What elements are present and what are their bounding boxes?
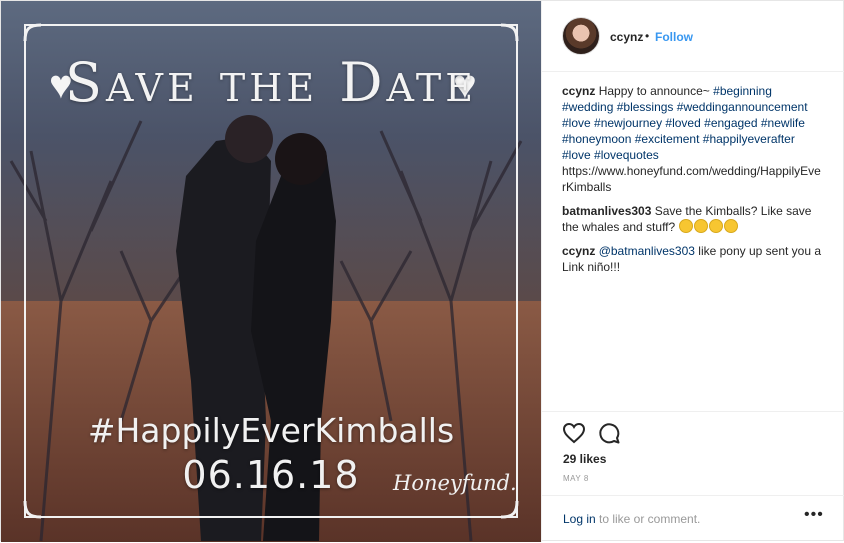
photo-hashtag: #HappilyEverKimballs — [87, 411, 455, 450]
caption-author[interactable]: ccynz — [562, 84, 595, 98]
caption-text: Happy to announce~ — [598, 84, 710, 98]
login-bar: Log in to like or comment. ••• — [542, 495, 844, 543]
post-header: ccynz • Follow — [542, 1, 844, 72]
instagram-post: ♥ ♥ Save the Date #HappilyEverKimballs 0… — [0, 0, 844, 542]
comments-list: ccynz Happy to announce~ #beginning #wed… — [562, 83, 824, 283]
hashtag-link[interactable]: #weddingannouncement — [677, 100, 808, 114]
comment-item: batmanlives303 Save the Kimballs? Like s… — [562, 203, 824, 235]
post-actions: 29 likes MAY 8 Log in to like or comment… — [542, 411, 844, 542]
caption: ccynz Happy to announce~ #beginning #wed… — [562, 83, 824, 195]
grinning-emoji-icon — [693, 219, 708, 233]
hashtag-link[interactable]: #love — [562, 116, 591, 130]
hashtag-link[interactable]: #beginning — [713, 84, 772, 98]
hashtag-link[interactable]: #newjourney — [594, 116, 662, 130]
caption-url: https://www.honeyfund.com/wedding/Happil… — [562, 164, 821, 194]
hashtag-link[interactable]: #lovequotes — [594, 148, 659, 162]
thinking-emoji-icon — [678, 219, 693, 233]
likes-count[interactable]: 29 likes — [563, 452, 606, 466]
save-the-date-title: Save the Date — [64, 51, 478, 114]
honeyfund-logo: Honeyfund. — [393, 471, 517, 495]
speech-bubble-icon[interactable] — [597, 421, 621, 445]
hashtag-link[interactable]: #engaged — [704, 116, 757, 130]
header-username[interactable]: ccynz — [610, 30, 643, 44]
hashtag-link[interactable]: #love — [562, 148, 591, 162]
hashtag-link[interactable]: #happilyeverafter — [703, 132, 795, 146]
hashtag-link[interactable]: #honeymoon — [562, 132, 631, 146]
comment-author[interactable]: ccynz — [562, 244, 595, 258]
header-separator: • — [645, 29, 650, 43]
hashtag-link[interactable]: #excitement — [635, 132, 700, 146]
hashtag-link[interactable]: #blessings — [617, 100, 674, 114]
comment-mention[interactable]: @batmanlives303 — [599, 244, 695, 258]
hashtag-link[interactable]: #wedding — [562, 100, 613, 114]
login-link[interactable]: Log in — [563, 512, 596, 526]
hashtag-link[interactable]: #loved — [665, 116, 700, 130]
avatar[interactable] — [562, 17, 600, 55]
comment-author[interactable]: batmanlives303 — [562, 204, 651, 218]
comment-item: ccynz @batmanlives303 like pony up sent … — [562, 243, 824, 275]
hashtag-link[interactable]: #newlife — [761, 116, 805, 130]
post-photo[interactable]: ♥ ♥ Save the Date #HappilyEverKimballs 0… — [1, 1, 541, 542]
smiling-emoji-icon — [708, 219, 723, 233]
login-prompt-text: to like or comment. — [599, 512, 701, 526]
heart-outline-icon[interactable] — [562, 421, 586, 445]
post-timestamp[interactable]: MAY 8 — [563, 474, 589, 483]
laughing-emoji-icon — [723, 219, 738, 233]
follow-button[interactable]: Follow — [655, 30, 693, 44]
more-options-icon[interactable]: ••• — [804, 506, 824, 524]
post-side-panel: ccynz • Follow ccynz Happy to announce~ … — [541, 1, 844, 542]
